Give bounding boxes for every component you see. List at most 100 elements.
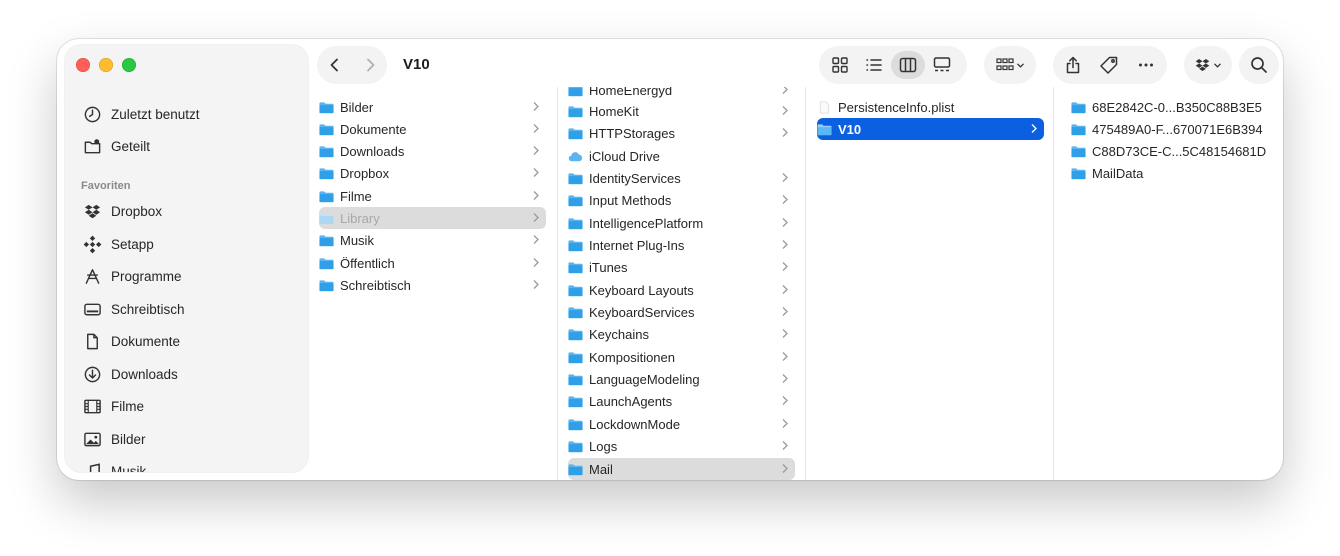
sidebar-item-music[interactable]: Musik <box>81 458 146 472</box>
list-item[interactable]: Logs <box>568 435 795 457</box>
list-item-selected[interactable]: Mail <box>568 458 795 480</box>
ellipsis-icon <box>1139 63 1153 67</box>
tag-button[interactable] <box>1090 51 1128 79</box>
column-home: Bilder Dokumente Downloads Dropbox Filme… <box>309 87 557 480</box>
icon-view-button[interactable] <box>823 51 857 79</box>
list-item[interactable]: IntelligencePlatform <box>568 212 795 234</box>
list-item[interactable]: IdentityServices <box>568 167 795 189</box>
item-label: Dropbox <box>340 165 390 181</box>
sidebar-item-dropbox[interactable]: Dropbox <box>81 198 162 224</box>
column-view-button[interactable] <box>891 51 925 79</box>
sidebar-item-documents[interactable]: Dokumente <box>81 328 180 354</box>
back-button[interactable] <box>328 58 342 72</box>
list-item[interactable]: Dokumente <box>319 118 546 140</box>
folder-icon <box>568 284 583 296</box>
chevron-right-icon <box>366 58 374 72</box>
sidebar-item-recents[interactable]: Zuletzt benutzt <box>81 101 200 127</box>
list-item[interactable]: LanguageModeling <box>568 368 795 390</box>
list-item[interactable]: LaunchAgents <box>568 390 795 412</box>
item-label: iTunes <box>589 259 628 275</box>
chevron-right-icon <box>782 173 788 182</box>
list-item-selected[interactable]: V10 <box>817 118 1044 140</box>
item-label: Downloads <box>340 143 405 159</box>
minimize-button[interactable] <box>99 58 113 72</box>
list-item[interactable]: Filme <box>319 185 546 207</box>
list-item[interactable]: PersistenceInfo.plist <box>817 96 1044 118</box>
list-item[interactable]: Kompositionen <box>568 346 795 368</box>
more-button[interactable] <box>1128 51 1164 79</box>
chevron-right-icon <box>533 280 539 289</box>
list-item[interactable]: HTTPStorages <box>568 122 795 144</box>
list-item[interactable]: Downloads <box>319 140 546 162</box>
sidebar-item-label: Musik <box>111 463 147 473</box>
list-item[interactable]: 475489A0-F...670071E6B394 <box>1071 118 1283 140</box>
list-item[interactable]: Schreibtisch <box>319 274 546 296</box>
sidebar-item-pictures[interactable]: Bilder <box>81 426 146 452</box>
folder-icon <box>319 212 334 224</box>
list-item[interactable]: Internet Plug-Ins <box>568 234 795 256</box>
list-item[interactable]: MailData <box>1071 162 1283 184</box>
columns-icon <box>899 57 917 73</box>
sidebar-item-label: Programme <box>111 268 182 284</box>
list-item[interactable]: iCloud Drive <box>568 145 795 167</box>
list-item[interactable]: Bilder <box>319 96 546 118</box>
photo-icon <box>81 428 103 450</box>
list-item[interactable]: KeyboardServices <box>568 301 795 323</box>
share-button[interactable] <box>1056 51 1090 79</box>
chevron-right-icon <box>782 240 788 249</box>
list-item-selected[interactable]: Library <box>319 207 546 229</box>
list-item[interactable]: Input Methods <box>568 189 795 211</box>
sidebar-item-shared[interactable]: Geteilt <box>81 133 150 159</box>
sidebar-item-desktop[interactable]: Schreibtisch <box>81 296 185 322</box>
dropbox-menu-button[interactable] <box>1184 46 1232 84</box>
folder-icon <box>319 234 334 246</box>
item-label: Library <box>340 210 380 226</box>
item-label: IntelligencePlatform <box>589 215 704 231</box>
column-mail: PersistenceInfo.plist V10 <box>805 87 1054 480</box>
sidebar-item-downloads[interactable]: Downloads <box>81 361 178 387</box>
folder-icon <box>319 257 334 269</box>
list-item[interactable]: Dropbox <box>319 162 546 184</box>
clock-icon <box>81 103 103 125</box>
folder-icon <box>568 194 583 206</box>
chevron-right-icon <box>782 329 788 338</box>
list-item[interactable]: Musik <box>319 229 546 251</box>
folder-icon <box>817 123 832 135</box>
list-view-button[interactable] <box>857 51 891 79</box>
folder-icon <box>1071 123 1086 135</box>
item-label: Öffentlich <box>340 255 395 271</box>
chevron-right-icon <box>782 396 788 405</box>
gallery-view-button[interactable] <box>925 51 959 79</box>
list-item[interactable]: Keychains <box>568 323 795 345</box>
chevron-right-icon <box>782 195 788 204</box>
maximize-button[interactable] <box>122 58 136 72</box>
sidebar-item-applications[interactable]: Programme <box>81 263 182 289</box>
item-label: V10 <box>838 121 862 137</box>
folder-icon <box>568 217 583 229</box>
chevron-down-icon <box>1016 63 1024 68</box>
item-label: 68E2842C-0...B350C88B3E5 <box>1092 99 1262 115</box>
action-group <box>1053 46 1167 84</box>
group-icon <box>995 58 1014 71</box>
dropbox-icon <box>1195 59 1210 72</box>
list-item[interactable]: Öffentlich <box>319 252 546 274</box>
chevron-right-icon <box>533 191 539 200</box>
search-button[interactable] <box>1239 46 1279 84</box>
folder-icon <box>568 351 583 363</box>
list-item[interactable]: iTunes <box>568 256 795 278</box>
chevron-right-icon <box>533 235 539 244</box>
forward-button[interactable] <box>363 58 377 72</box>
list-item[interactable]: LockdownMode <box>568 413 795 435</box>
list-item[interactable]: HomeEnergyd <box>568 87 795 101</box>
item-label: LockdownMode <box>589 416 681 432</box>
sidebar-item-setapp[interactable]: Setapp <box>81 231 154 257</box>
list-item[interactable]: 68E2842C-0...B350C88B3E5 <box>1071 96 1283 118</box>
list-item[interactable]: C88D73CE-C...5C48154681D <box>1071 140 1283 162</box>
group-menu-button[interactable] <box>984 46 1036 84</box>
sidebar-item-movies[interactable]: Filme <box>81 393 144 419</box>
list-item[interactable]: Keyboard Layouts <box>568 279 795 301</box>
close-button[interactable] <box>76 58 90 72</box>
list-item[interactable]: HomeKit <box>568 100 795 122</box>
chevron-right-icon <box>782 419 788 428</box>
finder-window: Zuletzt benutzt Geteilt Favoriten Dropbo… <box>57 39 1283 480</box>
